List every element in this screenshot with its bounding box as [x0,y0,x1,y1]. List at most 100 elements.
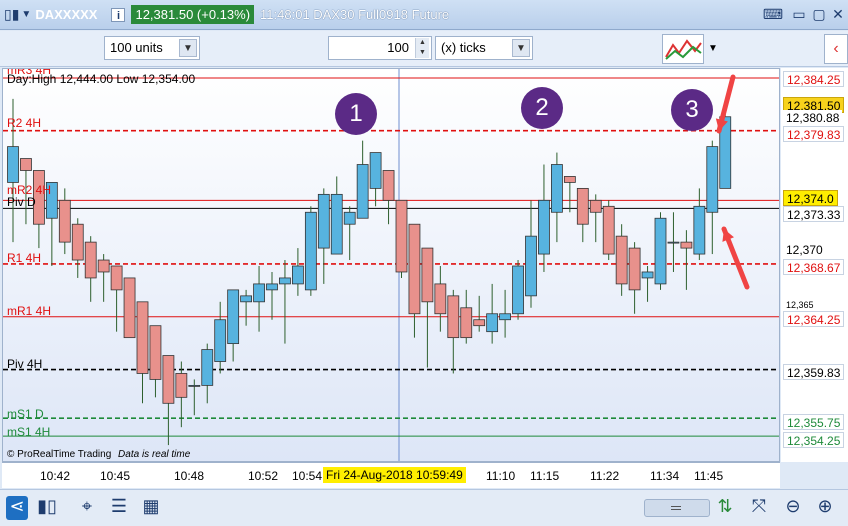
candle-body [97,259,110,273]
price-tick-12380: 12,380.88 [783,110,843,126]
candle-body [421,247,434,303]
price-tick-12365: 12,365 [783,301,817,310]
candle-body [680,241,693,249]
annotation-circle-1: 1 [335,93,377,135]
candle-body [447,295,460,339]
candle-body [279,277,291,285]
candle-body [615,235,628,285]
candle-body [317,193,330,249]
level-label-mr1-4h: mR1 4H [7,304,52,318]
candle-body [253,283,265,303]
title-bar: ▯▮ ▼ DAXXXXX i 12,381.50 (+0.13%) 11:48:… [0,0,848,30]
time-label: 11:15 [530,469,560,483]
candle-body [499,313,512,321]
minimize-button[interactable]: ▭ [790,6,808,22]
chart-area[interactable]: Day:High 12,444.00 Low 12,354.00 mR3 4H … [2,68,780,462]
time-label: 11:22 [590,469,620,483]
ticks-value-input[interactable]: 100 ▲ ▼ [328,36,432,60]
keyboard-icon[interactable]: ⌨ [760,6,786,22]
time-cursor-label: Fri 24-Aug-2018 10:59:49 [323,467,466,483]
share-icon[interactable]: ⋖ [6,496,28,520]
price-label-r1-4h: 12,368.67 [783,259,845,275]
candle-body [110,265,123,291]
candlestick-chart[interactable] [3,69,780,462]
candle-body [58,199,71,243]
time-label: 11:34 [650,469,680,483]
price-label-mr1-4h: 12,364.25 [783,311,845,327]
price-label-highlight: 12,374.0 [783,190,838,206]
close-button[interactable]: ✕ [829,6,847,22]
indicator-chart-icon [665,39,702,60]
candle-body [473,319,486,327]
candle-body [589,199,602,213]
adjust-icon[interactable]: ⇅ [714,496,736,520]
time-label: 10:45 [100,469,131,483]
time-label: 10:48 [174,469,205,483]
chevron-down-icon[interactable]: ▼ [179,39,197,57]
units-select[interactable]: 100 units ▼ [104,36,200,60]
watermark: © ProRealTime Trading Data is real time [7,449,191,460]
candle-body [136,301,149,374]
chevron-down-icon[interactable]: ▼ [512,39,530,57]
time-label: 11:45 [694,469,724,483]
scrollbar-thumb[interactable] [671,506,681,510]
level-label-r2-4h: R2 4H [7,116,42,130]
time-instrument-label: 11:48:01 DAX30 Full0918 Future [260,7,450,22]
level-label-ms1-4h: mS1 4H [7,425,51,439]
dropdown-arrow-icon[interactable]: ▼ [21,9,31,20]
candle-body [7,146,19,183]
candle-body [188,384,201,387]
candle-body [706,146,719,213]
candle-body [330,193,343,255]
candle-body [84,241,97,279]
candle-body [628,247,641,291]
candle-body [563,176,576,183]
time-label: 11:10 [486,469,516,483]
zoom-in-icon[interactable]: ⊕ [814,496,836,520]
price-axis: 12,384.25 12,381.50 12,380.88 12,379.83 … [781,68,848,462]
candle-body [382,170,395,201]
horizontal-scrollbar[interactable] [644,499,710,517]
level-label-piv-d: Piv D [7,195,36,209]
time-label: 10:42 [40,469,71,483]
candle-body [408,223,421,315]
candle-body [551,164,563,213]
candle-body [369,152,382,189]
candle-body [434,283,447,315]
candle-body [525,235,537,297]
zoom-out-icon[interactable]: ⊖ [782,496,804,520]
info-icon[interactable]: i [111,7,126,22]
candle-body [266,283,278,291]
candle-body [460,307,473,339]
grid-icon[interactable]: ▦ [140,496,162,520]
price-tick-12370: 12,370 [783,242,826,258]
candle-body [162,355,175,404]
candle-body [175,373,188,398]
side-panel-toggle[interactable]: ‹ [824,34,848,64]
price-label-ms1-4h: 12,354.25 [783,432,845,448]
ticks-unit-select[interactable]: (x) ticks ▼ [435,36,533,60]
candle-body [512,265,524,315]
candle-body [201,349,214,386]
spinner-icon[interactable]: ▲ ▼ [415,38,429,58]
symbol-label[interactable]: DAXXXXX [35,7,97,22]
price-label-mr3-4h: 12,384.25 [783,71,845,87]
layout-icon[interactable]: ▮▯ [36,496,58,520]
time-label: 10:52 [248,469,279,483]
chart-type-icon[interactable]: ▯▮ [4,6,19,23]
candle-body [123,277,136,339]
list-icon[interactable]: ☰ [108,496,130,520]
candle-body [71,223,84,261]
zoom-fit-icon[interactable]: ⤧ [748,496,770,520]
candle-body [356,164,369,219]
candle-body [291,265,304,285]
maximize-button[interactable]: ▢ [810,6,828,22]
cursor-tool-icon[interactable]: ⌖ [76,496,98,520]
indicator-dropdown[interactable]: ▼ [705,39,721,59]
candle-body [576,187,589,225]
indicator-button[interactable] [662,34,704,64]
time-label: 10:54 [292,469,323,483]
chart-toolbar: 100 units ▼ 100 ▲ ▼ (x) ticks ▼ ▼ ‹ [0,31,848,67]
candle-body [227,289,240,345]
annotation-circle-2: 2 [521,87,563,129]
